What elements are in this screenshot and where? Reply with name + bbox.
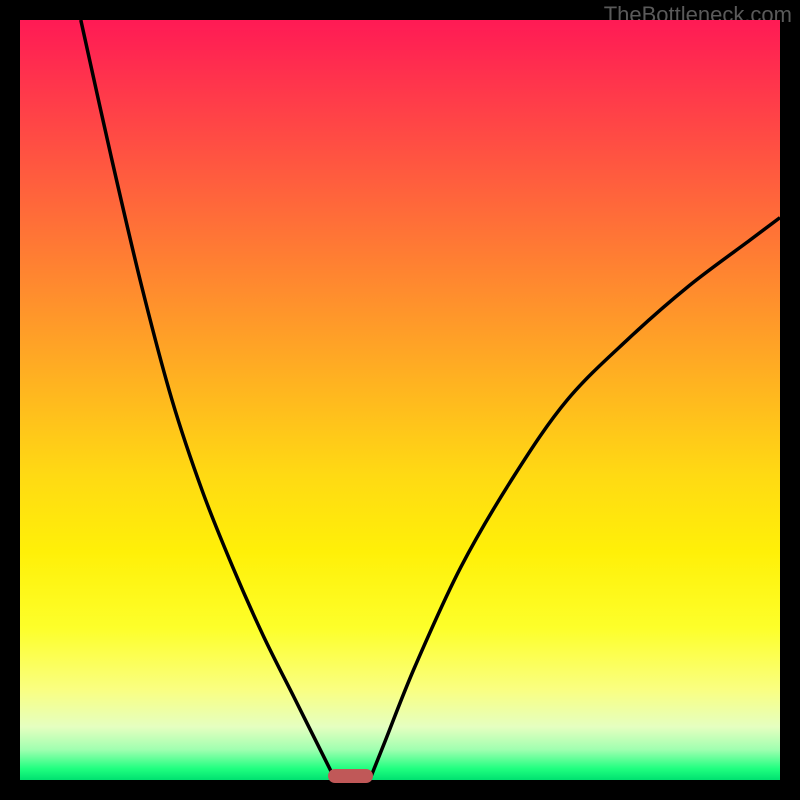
- bottom-marker: [328, 769, 374, 783]
- left-curve: [81, 20, 336, 780]
- right-curve: [370, 218, 780, 780]
- curves-svg: [20, 20, 780, 780]
- chart-container: TheBottleneck.com: [0, 0, 800, 800]
